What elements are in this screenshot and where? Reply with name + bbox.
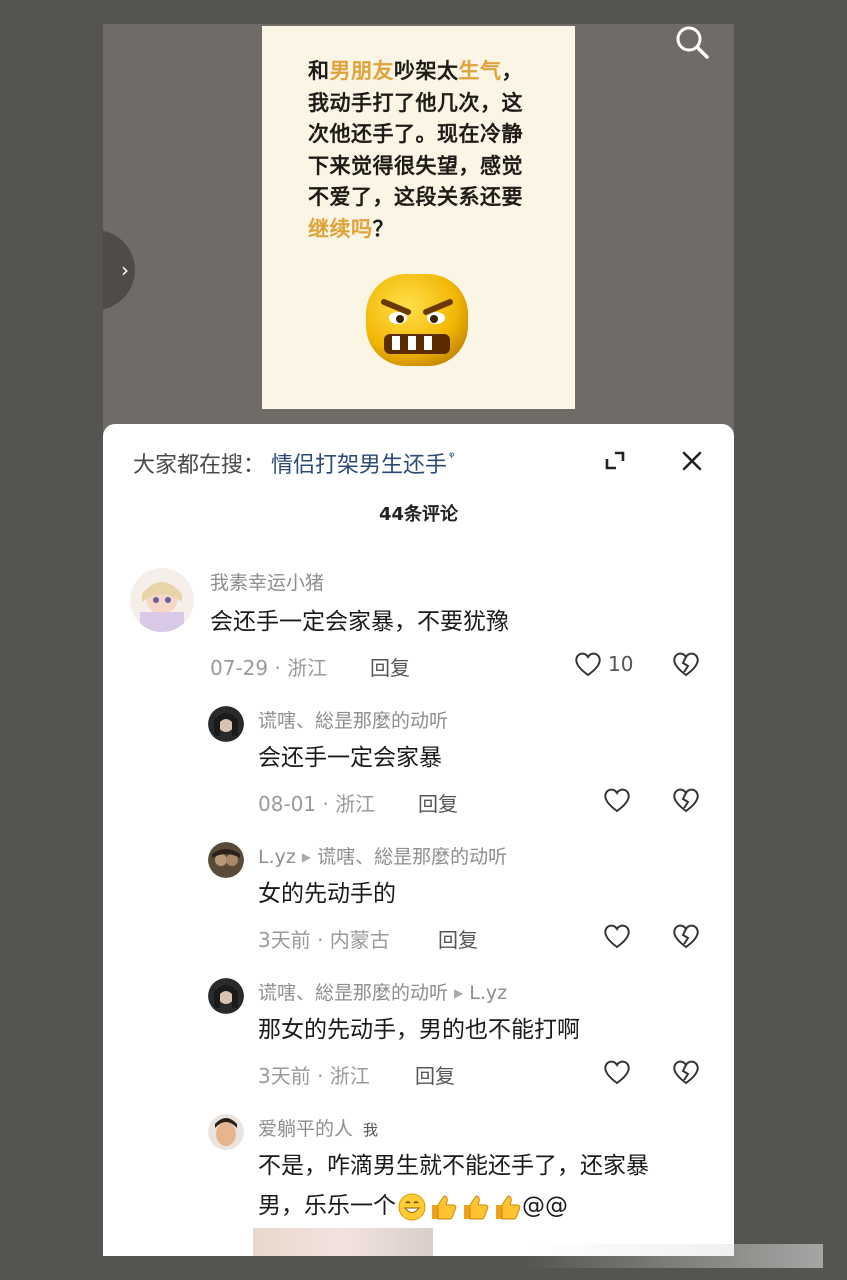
comment-text: 女的先动手的	[258, 881, 396, 907]
comment-meta: 3天前 · 内蒙古	[258, 928, 390, 952]
heart-icon[interactable]	[602, 1058, 632, 1086]
avatar[interactable]	[208, 978, 244, 1014]
broken-heart-icon[interactable]	[671, 650, 701, 678]
reply-button[interactable]: 回复	[418, 788, 458, 817]
reply-item: 谎嗐、総昰那麼的动听 会还手一定会家暴 08-01 · 浙江 回复	[103, 704, 734, 824]
comments-sheet: 大家都在搜： 情侣打架男生还手 ᵠ 44条评论 我素幸运小猪 会还手一定会家暴，…	[103, 424, 734, 1256]
like-count: 10	[608, 652, 634, 676]
avatar[interactable]	[208, 1114, 244, 1150]
small-search-icon: ᵠ	[449, 449, 455, 465]
video-caption: 和男朋友吵架太生气， 我动手打了他几次，这 次他还手了。现在冷静 下来觉得很失望…	[308, 59, 523, 241]
reply-button[interactable]: 回复	[370, 652, 410, 681]
comment-author[interactable]: 我素幸运小猪	[210, 568, 324, 595]
comment-meta: 08-01 · 浙江	[258, 792, 376, 816]
me-badge: 我	[363, 1121, 379, 1139]
comment-author[interactable]: 谎嗐、総昰那麼的动听	[258, 706, 448, 733]
comment-text: 那女的先动手，男的也不能打啊	[258, 1017, 580, 1043]
trending-search[interactable]: 大家都在搜： 情侣打架男生还手 ᵠ	[133, 446, 454, 480]
grin-emoji-icon	[398, 1193, 426, 1220]
reply-arrow-icon: ▶	[301, 850, 312, 864]
comment-text-line: 不是，咋滴男生就不能还手了，还家暴	[258, 1153, 649, 1179]
comment-text: 不是，咋滴男生就不能还手了，还家暴 男，乐乐一个 @@	[258, 1146, 649, 1226]
broken-heart-icon[interactable]	[671, 1058, 701, 1086]
trending-search-label: 大家都在搜：	[133, 453, 266, 478]
reply-item: 谎嗐、総昰那麼的动听 ▶ L.yz 那女的先动手，男的也不能打啊 3天前 · 浙江 …	[103, 976, 734, 1096]
avatar[interactable]	[208, 706, 244, 742]
comment-meta: 07-29 · 浙江	[210, 656, 328, 680]
comment-author: L.yz ▶ 谎嗐、総昰那麼的动听	[258, 842, 507, 869]
expand-icon[interactable]	[602, 448, 628, 474]
broken-heart-icon[interactable]	[671, 922, 701, 950]
reply-item: L.yz ▶ 谎嗐、総昰那麼的动听 女的先动手的 3天前 · 内蒙古 回复	[103, 840, 734, 960]
reply-button[interactable]: 回复	[415, 1060, 455, 1089]
comment-author-name[interactable]: L.yz	[258, 846, 296, 868]
comment-text: 会还手一定会家暴	[258, 745, 442, 771]
thumbs-up-emoji-icon	[496, 1194, 521, 1219]
heart-icon[interactable]	[573, 650, 603, 678]
avatar[interactable]	[130, 568, 194, 632]
angry-face-icon	[366, 274, 468, 366]
reply-button[interactable]: 回复	[438, 924, 478, 953]
trending-search-term[interactable]: 情侣打架男生还手	[271, 447, 447, 479]
app-screen: 和男朋友吵架太生气， 我动手打了他几次，这 次他还手了。现在冷静 下来觉得很失望…	[103, 24, 734, 1256]
thumbs-up-emoji-icon	[464, 1194, 489, 1219]
comment-text-line: 男，乐乐一个	[258, 1193, 396, 1219]
comment-item: 我素幸运小猪 会还手一定会家暴，不要犹豫 07-29 · 浙江 回复 10	[103, 564, 734, 684]
heart-icon[interactable]	[602, 922, 632, 950]
comment-count: 44条评论	[378, 504, 459, 525]
video-card: 和男朋友吵架太生气， 我动手打了他几次，这 次他还手了。现在冷静 下来觉得很失望…	[262, 26, 575, 409]
chevron-right-icon[interactable]: ›	[103, 230, 135, 310]
close-icon[interactable]	[679, 448, 705, 474]
comment-author-name[interactable]: 爱躺平的人	[258, 1118, 353, 1140]
thumbs-up-emoji-icon	[432, 1194, 457, 1219]
comment-meta: 3天前 · 浙江	[258, 1064, 370, 1088]
search-icon[interactable]	[672, 24, 712, 62]
heart-icon[interactable]	[602, 786, 632, 814]
reply-arrow-icon: ▶	[454, 986, 464, 1000]
broken-heart-icon[interactable]	[671, 786, 701, 814]
reply-to-name[interactable]: L.yz	[469, 982, 507, 1004]
comment-text: 会还手一定会家暴，不要犹豫	[210, 609, 509, 635]
comment-author: 谎嗐、総昰那麼的动听 ▶ L.yz	[258, 978, 507, 1005]
comment-author-name[interactable]: 谎嗐、総昰那麼的动听	[258, 982, 448, 1004]
comment-author: 爱躺平的人我	[258, 1114, 378, 1141]
reply-to-name[interactable]: 谎嗐、総昰那麼的动听	[317, 846, 507, 868]
avatar[interactable]	[208, 842, 244, 878]
comment-text-suffix: @@	[522, 1193, 568, 1219]
image-thumbnail[interactable]	[253, 1228, 433, 1256]
watermark	[523, 1244, 823, 1268]
video-area[interactable]: 和男朋友吵架太生气， 我动手打了他几次，这 次他还手了。现在冷静 下来觉得很失望…	[103, 24, 734, 444]
